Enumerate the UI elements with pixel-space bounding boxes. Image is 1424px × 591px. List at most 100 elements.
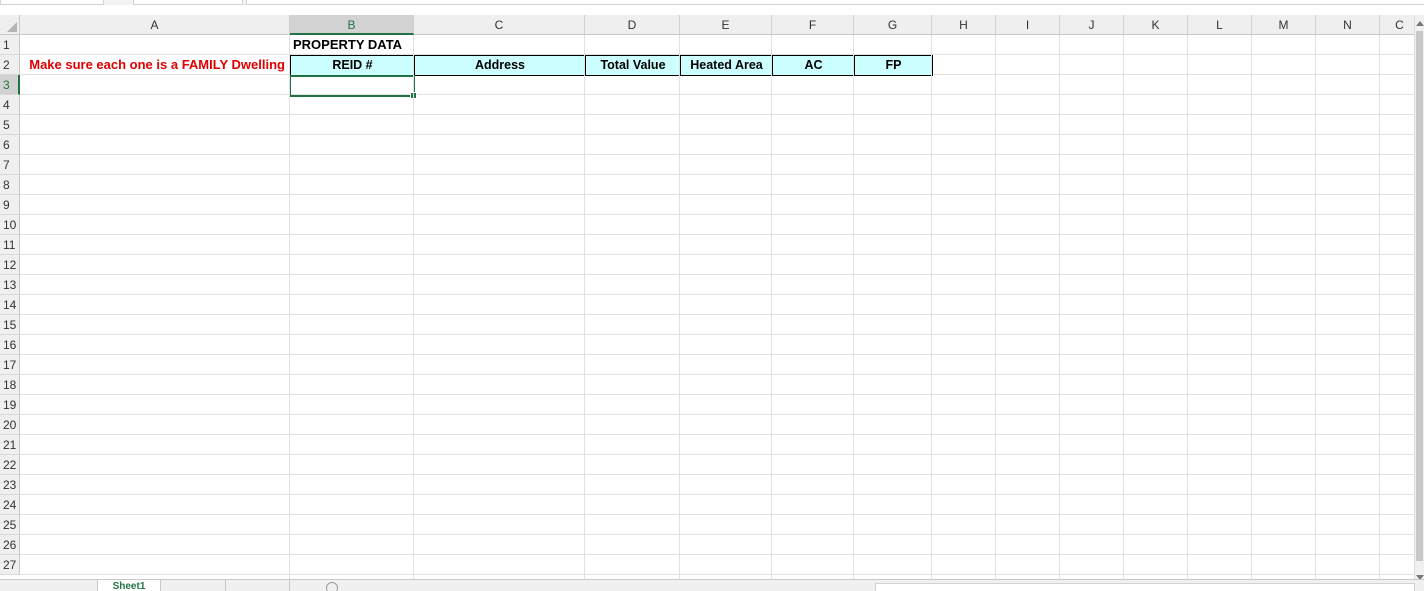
select-all-triangle-icon — [7, 22, 17, 32]
row-header-18[interactable]: 18 — [0, 375, 20, 395]
column-header-c[interactable]: C — [414, 15, 585, 35]
column-gridline — [1251, 35, 1252, 579]
row-header-17[interactable]: 17 — [0, 355, 20, 375]
row-gridline — [20, 294, 1414, 295]
cell-c2-address-header[interactable]: Address — [414, 55, 586, 76]
row-header-5[interactable]: 5 — [0, 115, 20, 135]
row-header-24[interactable]: 24 — [0, 495, 20, 515]
row-gridline — [20, 494, 1414, 495]
cell-f2-ac-header[interactable]: AC — [772, 55, 855, 76]
cell-b1-title[interactable]: PROPERTY DATA — [290, 35, 490, 55]
column-header-g[interactable]: G — [854, 15, 932, 35]
row-gridline — [20, 274, 1414, 275]
row-header-23[interactable]: 23 — [0, 475, 20, 495]
column-header-d[interactable]: D — [585, 15, 680, 35]
row-gridline — [20, 134, 1414, 135]
column-gridline — [1123, 35, 1124, 579]
column-header-h[interactable]: H — [932, 15, 996, 35]
row-gridline — [20, 514, 1414, 515]
column-gridline — [1315, 35, 1316, 579]
column-header-j[interactable]: J — [1060, 15, 1124, 35]
column-gridline — [853, 35, 854, 579]
column-header-n[interactable]: N — [1316, 15, 1380, 35]
row-gridline — [20, 574, 1414, 575]
formula-bar-strip — [0, 0, 1424, 5]
sheet-tab-3[interactable] — [226, 580, 290, 591]
vertical-scrollbar[interactable] — [1414, 15, 1424, 583]
column-gridline — [679, 35, 680, 579]
column-header-a[interactable]: A — [20, 15, 290, 35]
row-header-16[interactable]: 16 — [0, 335, 20, 355]
row-header-19[interactable]: 19 — [0, 395, 20, 415]
row-header-14[interactable]: 14 — [0, 295, 20, 315]
row-gridline — [20, 434, 1414, 435]
row-header-7[interactable]: 7 — [0, 155, 20, 175]
scroll-up-arrow-icon[interactable] — [1416, 21, 1424, 26]
column-header-e[interactable]: E — [680, 15, 772, 35]
column-gridline — [1187, 35, 1188, 579]
column-gridline — [771, 35, 772, 579]
row-header-22[interactable]: 22 — [0, 455, 20, 475]
column-gridline — [1059, 35, 1060, 579]
vertical-scroll-thumb[interactable] — [1416, 31, 1423, 561]
row-header-3[interactable]: 3 — [0, 75, 20, 95]
row-gridline — [20, 154, 1414, 155]
row-gridline — [20, 454, 1414, 455]
column-gridline — [413, 35, 414, 579]
row-header-15[interactable]: 15 — [0, 315, 20, 335]
sheet-tab-2[interactable] — [161, 580, 226, 591]
row-gridline — [20, 334, 1414, 335]
column-header-i[interactable]: I — [996, 15, 1060, 35]
row-header-1[interactable]: 1 — [0, 35, 20, 55]
sheet-tab-active[interactable]: Sheet1 — [97, 580, 161, 591]
formula-input[interactable] — [246, 0, 1424, 5]
column-header-b[interactable]: B — [290, 15, 414, 35]
cell-d2-total-value-header[interactable]: Total Value — [585, 55, 681, 76]
row-gridline — [20, 94, 1414, 95]
row-gridline — [20, 354, 1414, 355]
cell-grid[interactable]: PROPERTY DATA Make sure each one is a FA… — [20, 35, 1420, 579]
cell-g2-fp-header[interactable]: FP — [854, 55, 933, 76]
column-header-f[interactable]: F — [772, 15, 854, 35]
row-header-4[interactable]: 4 — [0, 95, 20, 115]
row-gridline — [20, 214, 1414, 215]
row-header-10[interactable]: 10 — [0, 215, 20, 235]
column-gridline — [931, 35, 932, 579]
add-sheet-icon[interactable] — [326, 582, 338, 591]
row-header-6[interactable]: 6 — [0, 135, 20, 155]
horizontal-scrollbar[interactable] — [875, 583, 1415, 591]
row-gridline — [20, 194, 1414, 195]
column-header-k[interactable]: K — [1124, 15, 1188, 35]
column-header-m[interactable]: M — [1252, 15, 1316, 35]
row-header-11[interactable]: 11 — [0, 235, 20, 255]
row-header-20[interactable]: 20 — [0, 415, 20, 435]
row-gridline — [20, 254, 1414, 255]
row-header-9[interactable]: 9 — [0, 195, 20, 215]
row-gridline — [20, 114, 1414, 115]
column-gridline — [584, 35, 585, 579]
cell-a2-note[interactable]: Make sure each one is a FAMILY Dwelling — [20, 55, 290, 75]
spreadsheet-window: ABCDEFGHIJKLMNC 1 2 3 4 5 6 7 8 9 10 11 12 13 14 15 16 1… — [0, 0, 1424, 591]
row-gridline — [20, 414, 1414, 415]
cell-e2-heated-area-header[interactable]: Heated Area — [680, 55, 773, 76]
column-gridline — [289, 35, 290, 579]
row-header-12[interactable]: 12 — [0, 255, 20, 275]
selected-cell-b3[interactable] — [289, 75, 417, 99]
row-header-8[interactable]: 8 — [0, 175, 20, 195]
row-header-26[interactable]: 26 — [0, 535, 20, 555]
cell-b2-reid-header[interactable]: REID # — [290, 55, 415, 76]
row-gridline — [20, 534, 1414, 535]
row-gridline — [20, 374, 1414, 375]
row-header-27[interactable]: 27 — [0, 555, 20, 575]
row-header-13[interactable]: 13 — [0, 275, 20, 295]
row-gridline — [20, 554, 1414, 555]
name-box[interactable] — [0, 0, 104, 5]
column-header-l[interactable]: L — [1188, 15, 1252, 35]
row-header-21[interactable]: 21 — [0, 435, 20, 455]
row-gridline — [20, 394, 1414, 395]
select-all-button[interactable] — [0, 15, 20, 35]
row-header-25[interactable]: 25 — [0, 515, 20, 535]
function-box[interactable] — [133, 0, 243, 5]
row-header-2[interactable]: 2 — [0, 55, 20, 75]
row-gridline — [20, 234, 1414, 235]
